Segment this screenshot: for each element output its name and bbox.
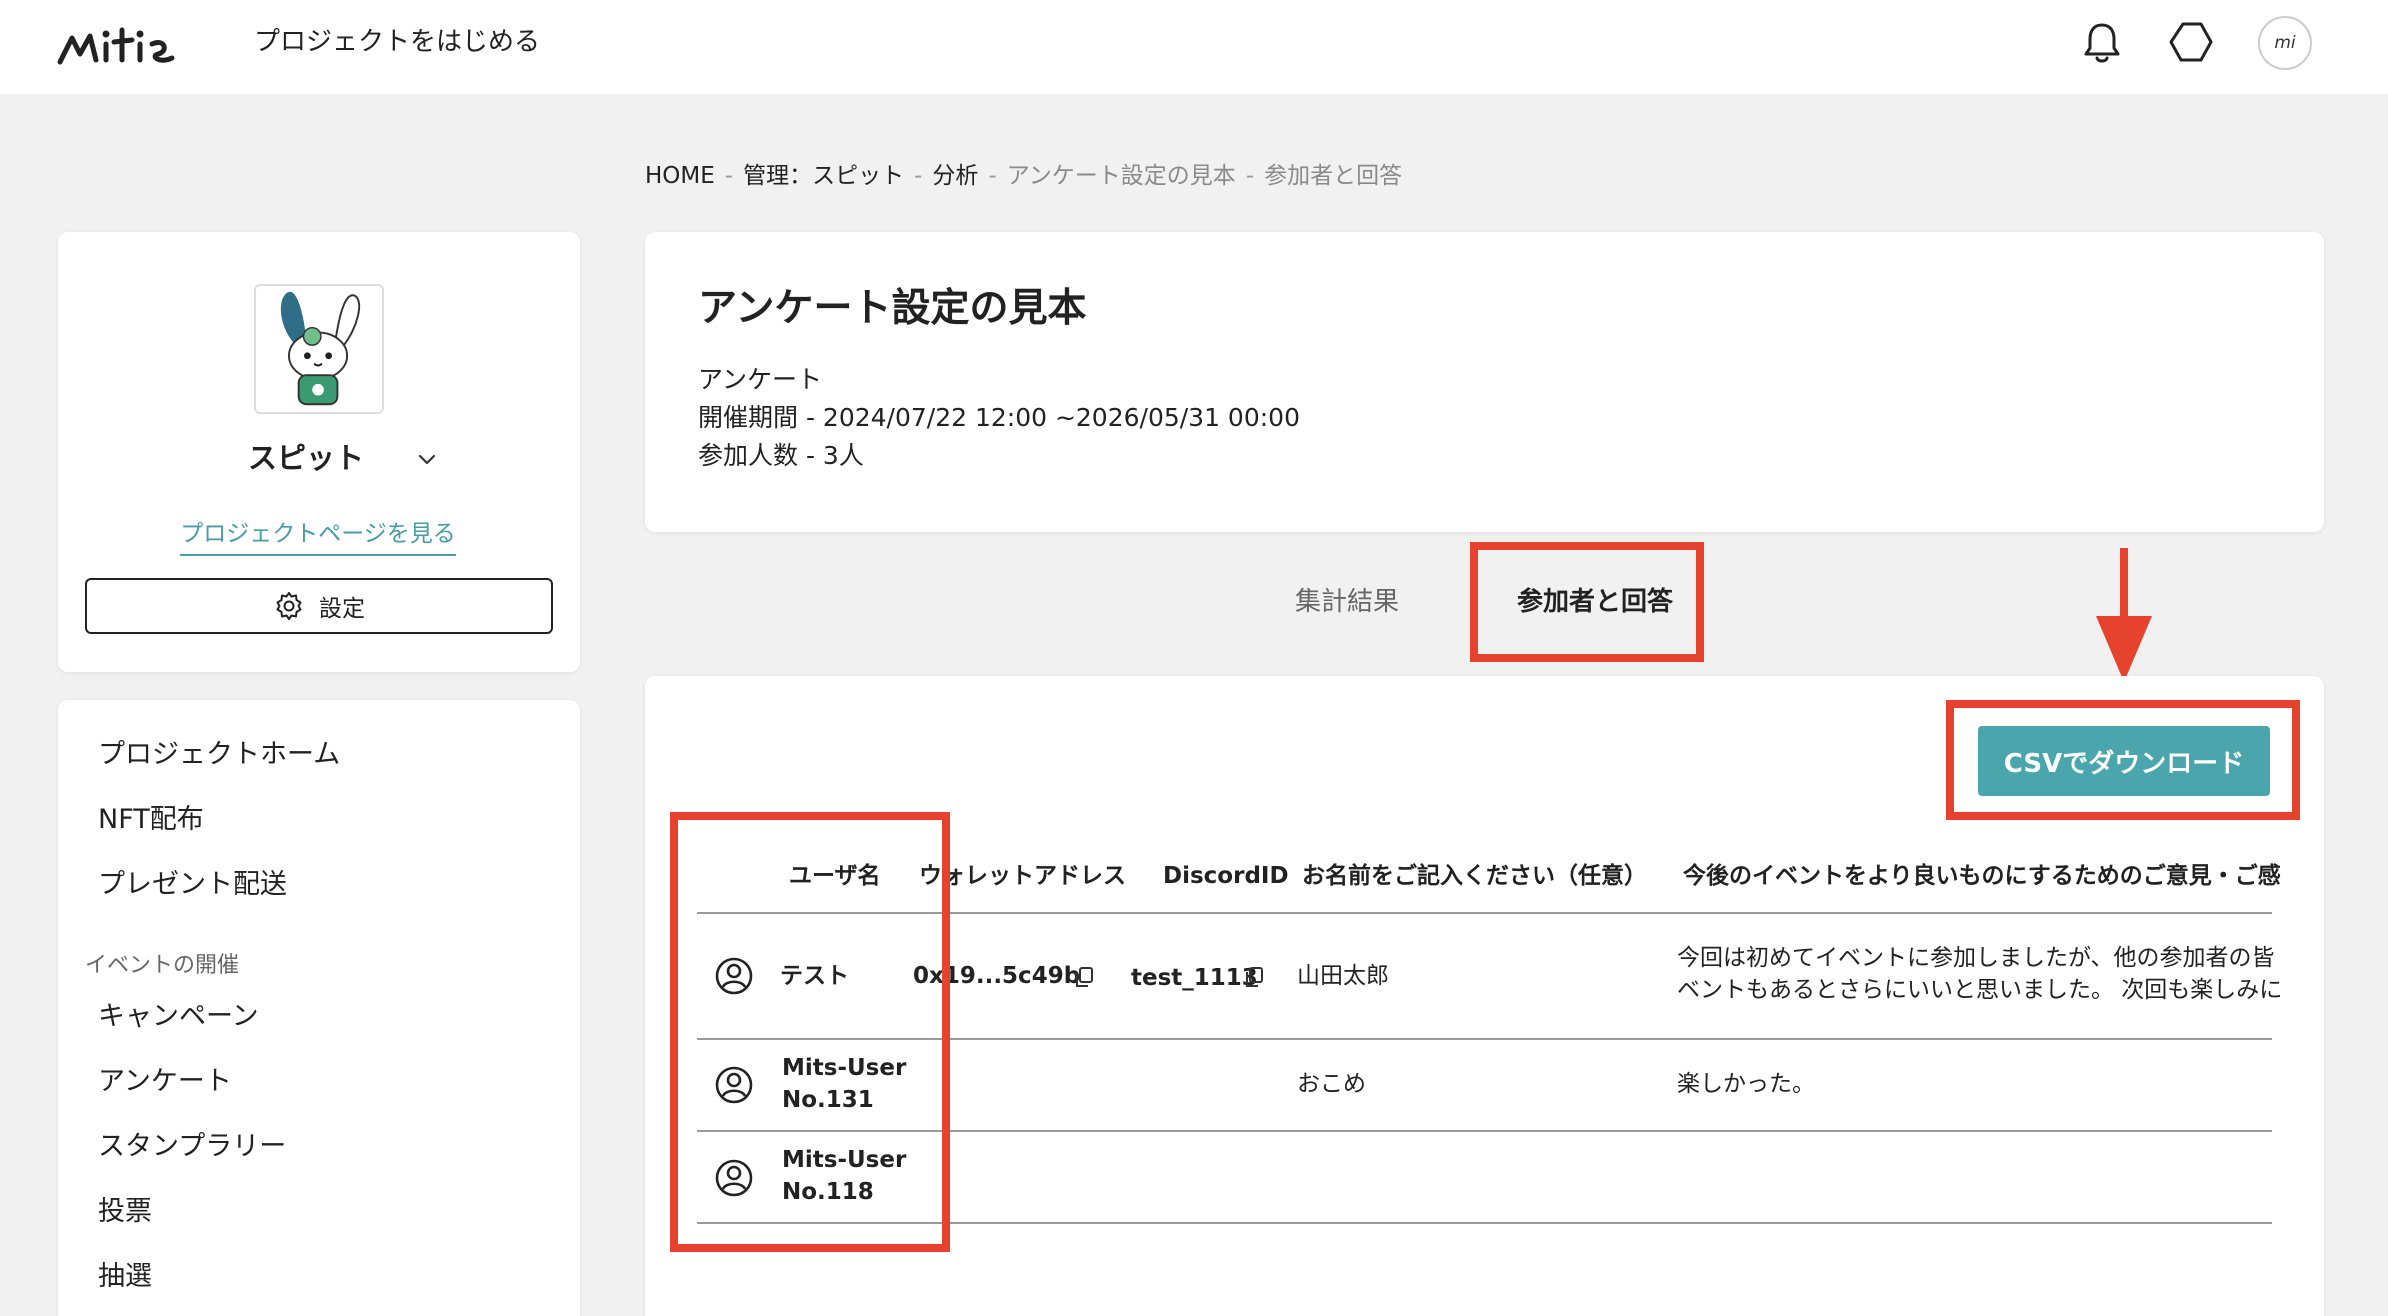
row1-discord: test_1113 [1131,965,1258,991]
breadcrumb-separator: - [914,163,923,189]
copy-icon[interactable] [1243,966,1265,988]
project-profile-card: スピット プロジェクトページを見る 設定 [58,232,580,672]
survey-summary-card: アンケート設定の見本 アンケート 開催期間 - 2024/07/22 12:00… [645,232,2324,532]
breadcrumb-separator: - [724,163,734,189]
gear-icon [276,592,302,620]
breadcrumb: HOME - 管理：スピット - 分析 - アンケート設定の見本 - 参加者と回答 [645,160,1402,192]
nav-item-survey[interactable]: アンケート [98,1063,232,1101]
bell-icon[interactable] [2076,16,2128,68]
column-header-discord: DiscordID [1163,863,1289,889]
highlight-box-participants-tab [1470,542,1704,662]
nav-section-events: イベントの開催 [85,953,240,978]
project-mascot-image [254,284,384,414]
polygon-icon[interactable] [2165,16,2217,68]
settings-button[interactable]: 設定 [85,578,553,634]
survey-participant-count: 参加人数 - 3人 [698,441,864,470]
column-header-feedback: 今後のイベントをより良いものにするためのご意見・ご感 [1683,863,2281,889]
top-bar: プロジェクトをはじめる mi [0,0,2388,94]
breadcrumb-separator: - [1245,163,1255,189]
breadcrumb-separator: - [988,163,997,189]
row1-comment-line1: 今回は初めてイベントに参加しましたが、他の参加者の皆 [1677,945,2275,971]
nav-item-vote[interactable]: 投票 [98,1193,152,1231]
row2-name: おこめ [1297,1071,1366,1097]
chevron-down-icon[interactable] [413,445,441,473]
project-nav-card: プロジェクトホーム NFT配布 プレゼント配送 イベントの開催 キャンペーン ア… [58,700,580,1316]
survey-period: 開催期間 - 2024/07/22 12:00 ~2026/05/31 00:0… [698,403,1300,432]
start-project-link[interactable]: プロジェクトをはじめる [254,24,540,60]
column-header-name: お名前をご記入ください（任意） [1302,863,1647,889]
arrow-down-icon [2096,548,2152,682]
nav-item-project-home[interactable]: プロジェクトホーム [98,736,340,774]
project-name: スピット [248,441,365,475]
row1-comment-line2: ベントもあるとさらにいいと思いました。 次回も楽しみに [1677,977,2283,1003]
view-project-page-link[interactable]: プロジェクトページを見る [180,518,456,556]
tab-summary[interactable]: 集計結果 [1295,580,1399,624]
highlight-box-username-column [670,812,950,1252]
nav-item-nft[interactable]: NFT配布 [98,801,204,839]
copy-icon[interactable] [1073,966,1095,988]
breadcrumb-survey[interactable]: アンケート設定の見本 [1007,163,1236,189]
row1-name: 山田太郎 [1297,963,1389,989]
breadcrumb-current: 参加者と回答 [1264,163,1403,189]
row2-comment: 楽しかった。 [1677,1071,1815,1097]
nav-item-lottery[interactable]: 抽選 [98,1258,152,1296]
column-header-wallet: ウォレットアドレス [919,863,1126,889]
breadcrumb-analysis[interactable]: 分析 [932,163,978,189]
nav-item-campaign[interactable]: キャンペーン [98,998,259,1036]
mits-logo[interactable] [56,14,196,74]
survey-title: アンケート設定の見本 [698,286,1087,331]
survey-type: アンケート [698,365,823,394]
breadcrumb-home[interactable]: HOME [645,163,715,189]
nav-item-stamp-rally[interactable]: スタンプラリー [98,1128,286,1166]
highlight-box-csv-button [1946,700,2300,820]
settings-label: 設定 [319,596,365,622]
user-avatar[interactable]: mi [2258,16,2312,70]
nav-item-present[interactable]: プレゼント配送 [98,866,287,904]
breadcrumb-manage[interactable]: 管理：スピット [743,163,904,189]
